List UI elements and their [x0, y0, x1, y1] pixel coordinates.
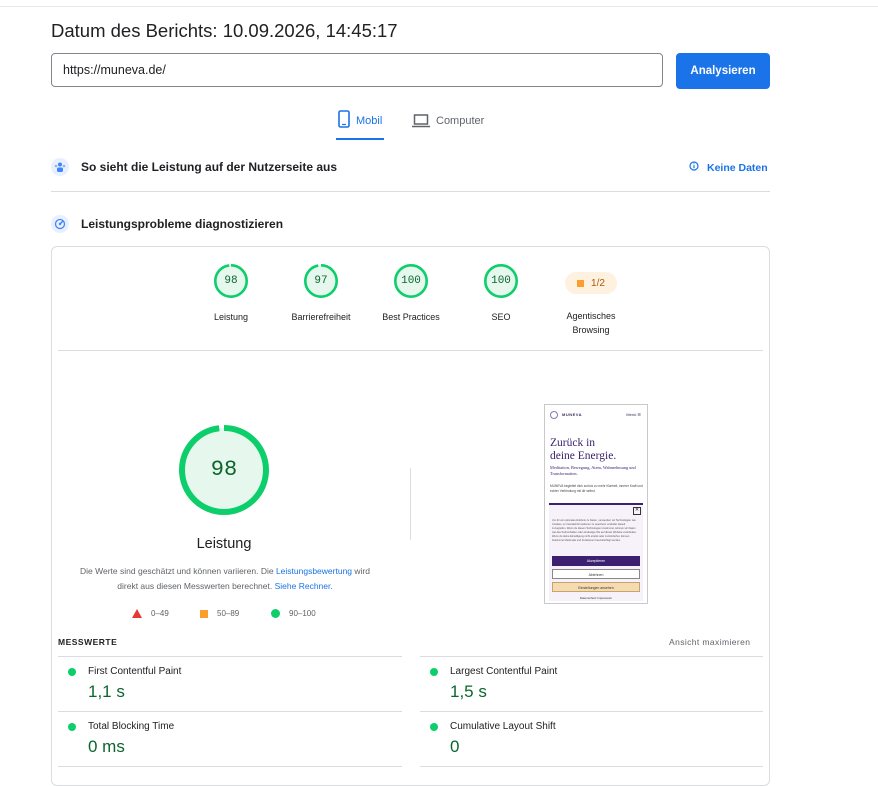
lighthouse-icon — [51, 215, 69, 233]
cookie-links: Datenschutz Impressum — [579, 596, 613, 600]
score-value: 100 — [491, 275, 511, 287]
legend-poor: 0–49 — [132, 609, 169, 618]
lab-data-title: Leistungsprobleme diagnostizieren — [81, 217, 284, 231]
scoring-link[interactable]: Leistungsbewertung — [276, 566, 352, 576]
no-data-label: Keine Daten — [707, 161, 768, 174]
cookie-dialog: ✕ Um dir ein optimales Erlebnis zu biete… — [549, 503, 643, 601]
agentic-label-line2: Browsing — [572, 325, 610, 335]
metric-divider — [58, 711, 402, 712]
screenshot-subline: Meditation, Bewegung, Atem, Wahrnehmung … — [550, 465, 636, 476]
expand-view-button[interactable]: Ansicht maximieren — [669, 637, 750, 647]
vertical-divider — [410, 468, 411, 540]
legend-average-label: 50–89 — [217, 609, 240, 618]
legend-average: 50–89 — [200, 609, 239, 618]
tab-desktop[interactable]: Computer — [412, 110, 484, 140]
note-text: Die Werte sind geschätzt und können vari… — [80, 566, 276, 576]
cookie-reject-button: Ablehnen — [552, 569, 640, 579]
screenshot-brand: MUNEVA — [562, 412, 583, 417]
screenshot-headline: Zurück in deine Energie. — [550, 437, 645, 462]
agentic-value: 1/2 — [591, 277, 605, 289]
field-data-title: So sieht die Leistung auf der Nutzerseit… — [81, 160, 338, 174]
section-divider — [51, 191, 770, 192]
metric-value: 0 — [450, 737, 460, 756]
tab-mobile-label: Mobil — [356, 115, 383, 127]
metric-divider — [420, 766, 763, 767]
metric-divider — [420, 656, 763, 657]
score-value: 97 — [314, 275, 328, 287]
metric-value: 0 ms — [88, 737, 125, 756]
calculator-link[interactable]: Siehe Rechner. — [275, 581, 333, 591]
legend-good: 90–100 — [271, 609, 316, 618]
lab-data-header: Leistungsprobleme diagnostizieren — [51, 215, 283, 233]
legend-good-label: 90–100 — [289, 609, 316, 618]
close-icon: ✕ — [633, 507, 641, 515]
metric-name: Largest Contentful Paint — [450, 666, 558, 677]
smartphone-icon — [338, 110, 350, 131]
metric-divider — [420, 711, 763, 712]
cookie-text: Um dir ein optimales Erlebnis zu bieten,… — [552, 519, 637, 542]
metric-value: 1,5 s — [450, 682, 487, 701]
good-circle-icon — [68, 668, 76, 676]
legend-poor-label: 0–49 — [151, 609, 169, 618]
score-value: 100 — [401, 275, 421, 287]
analyze-button[interactable]: Analysieren — [676, 53, 770, 89]
field-data-header: So sieht die Leistung auf der Nutzerseit… — [51, 158, 337, 176]
laptop-icon — [412, 110, 430, 131]
users-icon — [51, 158, 69, 176]
metric-value: 1,1 s — [88, 682, 125, 701]
performance-note: Die Werte sind geschätzt und können vari… — [70, 564, 380, 594]
performance-label: Leistung — [196, 536, 252, 552]
scores-divider — [58, 350, 763, 351]
good-circle-icon — [430, 668, 438, 676]
tab-desktop-label: Computer — [436, 115, 485, 127]
score-value: 98 — [224, 275, 238, 287]
metrics-title: MESSWERTE — [58, 637, 118, 647]
score-agentic-browsing[interactable]: 1/2 Agentisches Browsing — [536, 266, 646, 337]
page-screenshot[interactable]: MUNEVA Menü ☰ Zurück in deine Energie. M… — [544, 404, 648, 604]
info-icon — [689, 161, 699, 174]
average-square-icon — [200, 609, 208, 618]
url-input[interactable] — [51, 53, 663, 87]
metric-name: Total Blocking Time — [88, 721, 175, 732]
agentic-label-line1: Agentisches — [566, 311, 616, 321]
agentic-badge: 1/2 — [565, 272, 617, 294]
no-data-link[interactable]: Keine Daten — [689, 161, 768, 174]
report-date: Datum des Berichts: 10.09.2026, 14:45:17 — [51, 20, 398, 41]
performance-score: 98 — [210, 457, 238, 482]
tab-mobile[interactable]: Mobil — [336, 110, 385, 140]
poor-triangle-icon — [132, 609, 142, 618]
metric-divider — [58, 766, 402, 767]
cookie-prefs-button: Einstellungen ansehen — [552, 582, 640, 592]
metric-divider — [58, 656, 402, 657]
headline-line1: Zurück in — [550, 437, 596, 449]
good-circle-icon — [271, 609, 280, 618]
average-square-icon — [577, 279, 585, 287]
top-divider — [0, 6, 878, 7]
cookie-accept-button: Akzeptieren — [552, 556, 640, 566]
screenshot-menu: Menü ☰ — [626, 412, 641, 417]
screenshot-text: MUNEVA begleitet dich zurück zu mehr Kla… — [550, 484, 643, 493]
brand-logo-icon — [550, 411, 558, 419]
good-circle-icon — [68, 723, 76, 731]
metric-name: Cumulative Layout Shift — [450, 721, 556, 732]
good-circle-icon — [430, 723, 438, 731]
metric-name: First Contentful Paint — [88, 666, 182, 677]
agentic-label: Agentisches Browsing — [536, 309, 646, 337]
headline-line2: deine Energie. — [550, 449, 617, 462]
